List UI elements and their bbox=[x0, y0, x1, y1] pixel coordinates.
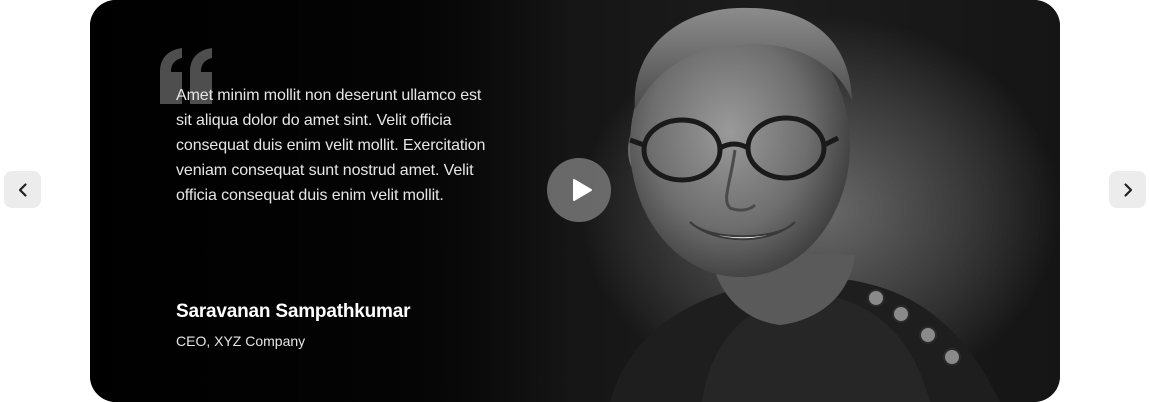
testimonial-card: Amet minim mollit non deserunt ullamco e… bbox=[90, 0, 1060, 402]
next-button[interactable] bbox=[1109, 171, 1146, 208]
previous-button[interactable] bbox=[4, 171, 41, 208]
chevron-left-icon bbox=[18, 182, 27, 197]
author-role: CEO, XYZ Company bbox=[176, 333, 306, 349]
testimonial-carousel: Amet minim mollit non deserunt ullamco e… bbox=[0, 0, 1150, 402]
author-name: Saravanan Sampathkumar bbox=[176, 301, 411, 322]
testimonial-quote: Amet minim mollit non deserunt ullamco e… bbox=[176, 87, 486, 204]
play-video-button[interactable] bbox=[547, 158, 611, 222]
chevron-right-icon bbox=[1123, 182, 1132, 197]
play-icon bbox=[573, 179, 592, 201]
